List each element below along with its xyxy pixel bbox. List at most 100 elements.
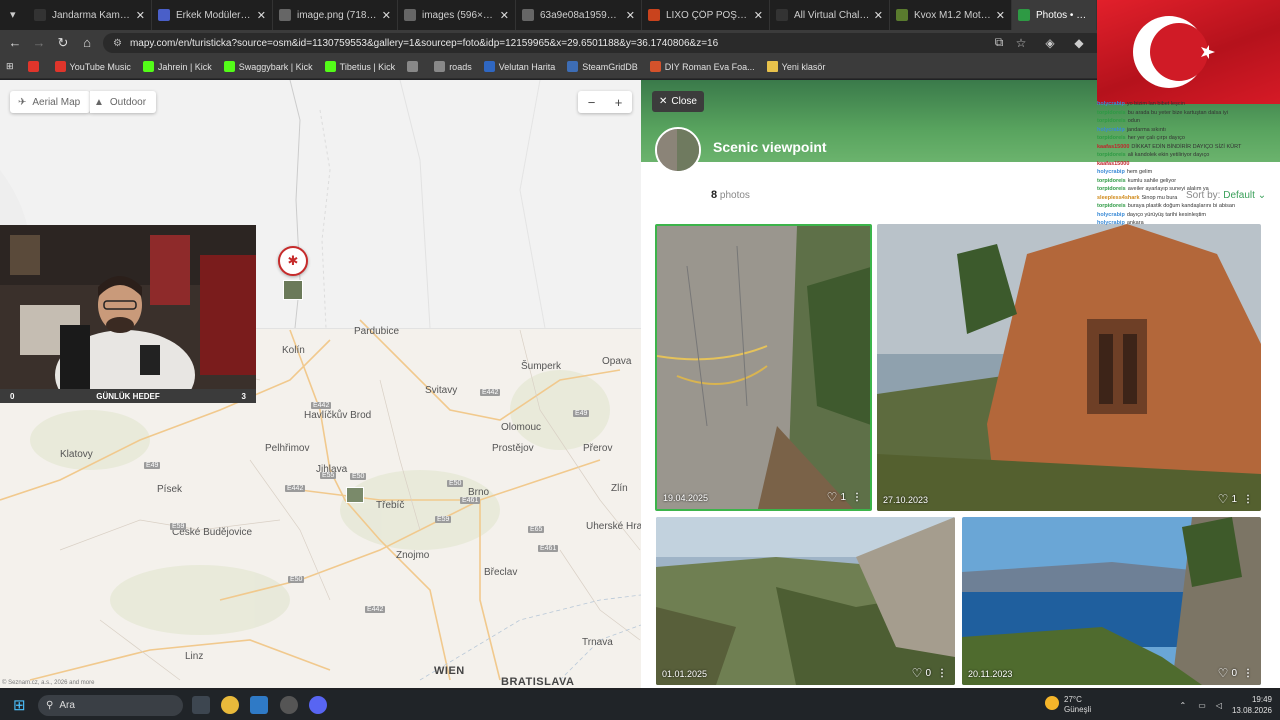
tab-close-icon[interactable]: ✕ — [874, 9, 883, 22]
like-count: 1 — [1231, 493, 1237, 505]
heart-icon[interactable]: ♡ — [827, 490, 838, 504]
stream-chat-overlay: holycrabip yo bizim lan bibet leşcin torpi… — [1097, 100, 1280, 290]
more-options-icon[interactable]: ⋮ — [1243, 494, 1253, 505]
forward-icon[interactable]: → — [27, 35, 51, 50]
chat-username: torpidoreis — [1097, 203, 1126, 209]
bookmark-favicon-icon — [223, 61, 235, 72]
app-icon[interactable] — [280, 696, 298, 714]
tab-close-icon[interactable]: ✕ — [500, 9, 509, 22]
map-city-label: WIEN — [434, 665, 465, 677]
photo-likes: ♡ 1 ⋮ — [827, 490, 862, 504]
bookmark-item[interactable]: Jahrein | Kick — [142, 61, 212, 72]
weather-temp: 27°C — [1064, 695, 1082, 704]
more-options-icon[interactable]: ⋮ — [852, 492, 862, 503]
heart-icon[interactable]: ♡ — [912, 666, 923, 680]
gallery-photo[interactable]: 19.04.2025 ♡ 1 ⋮ — [655, 224, 872, 511]
webcam-image — [0, 225, 256, 403]
map-road-shield: E59 — [170, 523, 187, 530]
chat-text: yo bizim lan bibet leşcin — [1126, 101, 1185, 107]
bookmark-item[interactable]: YouTube Music — [54, 61, 131, 72]
chat-text: her yer çalı çırpı dayıço — [1127, 135, 1185, 141]
bookmark-item[interactable]: DIY Roman Eva Foa... — [649, 61, 755, 72]
chevron-up-icon[interactable]: ⌃ — [1180, 701, 1187, 710]
clock[interactable]: 19:49 13.08.2026 — [1232, 694, 1272, 716]
browser-tab[interactable]: images (596×335) ✕ — [398, 0, 516, 30]
back-icon[interactable]: ← — [3, 35, 27, 50]
bookmark-label: Velutan Harita — [498, 61, 556, 72]
browser-tab[interactable]: Kvox M1.2 Motosiklet ✕ — [890, 0, 1012, 30]
bookmark-item[interactable] — [407, 61, 422, 72]
bookmark-item[interactable]: Yeni klasör — [766, 61, 826, 72]
bookmark-favicon-icon — [407, 61, 419, 72]
windows-taskbar: ⊞ ⚲ Ara 27°C Güneşli ⌃ ▭ ◁ 19:49 13.08.2… — [0, 690, 1280, 720]
zoom-in-button[interactable]: + — [615, 95, 623, 110]
apps-grid-icon[interactable]: ⊞ — [6, 61, 14, 72]
windows-start-icon[interactable]: ⊞ — [13, 696, 26, 714]
bookmark-star-icon[interactable]: ☆ — [1010, 36, 1032, 50]
toolbar-actions: ⧉ ☆ ◈ ◆ — [988, 30, 1090, 55]
tab-close-icon[interactable]: ✕ — [257, 9, 266, 22]
search-icon: ⚲ — [46, 700, 54, 711]
map-photo-thumbnail[interactable] — [346, 487, 364, 503]
tab-search-icon[interactable]: ▾ — [10, 8, 16, 21]
network-icon[interactable]: ▭ — [1198, 701, 1206, 710]
browser-tab[interactable]: 63a9e08a1959egenij ✕ — [516, 0, 642, 30]
taskbar-search[interactable]: ⚲ Ara — [38, 695, 183, 716]
tab-close-icon[interactable]: ✕ — [626, 9, 635, 22]
install-app-icon[interactable]: ⧉ — [988, 35, 1010, 50]
goal-target: 3 — [241, 391, 246, 401]
bookmark-item[interactable]: roads — [434, 61, 472, 72]
bookmark-item[interactable]: Velutan Harita — [483, 61, 556, 72]
close-button[interactable]: ✕ Close — [652, 91, 704, 112]
chat-message: torpidoreis odun — [1097, 117, 1280, 126]
bookmark-item[interactable] — [27, 61, 43, 72]
more-options-icon[interactable]: ⋮ — [937, 668, 947, 679]
tab-close-icon[interactable]: ✕ — [996, 9, 1005, 22]
tab-close-icon[interactable]: ✕ — [382, 9, 391, 22]
map-photo-thumbnail[interactable] — [283, 280, 303, 300]
weather-widget[interactable]: 27°C Güneşli — [1064, 695, 1091, 715]
weather-sun-icon[interactable] — [1045, 696, 1059, 710]
home-icon[interactable]: ⌂ — [75, 35, 99, 50]
aerial-map-button[interactable]: ✈ Aerial Map — [10, 91, 90, 113]
heart-icon[interactable]: ♡ — [1218, 666, 1229, 680]
chrome-icon[interactable] — [221, 696, 239, 714]
tab-title: images (596×335) — [422, 9, 496, 21]
more-options-icon[interactable]: ⋮ — [1243, 668, 1253, 679]
app-icon[interactable] — [250, 696, 268, 714]
extensions-icon[interactable]: ◈ — [1032, 36, 1068, 50]
tab-close-icon[interactable]: ✕ — [754, 9, 763, 22]
browser-tab[interactable]: All Virtual Challenges ✕ — [770, 0, 890, 30]
heart-icon[interactable]: ♡ — [1218, 492, 1229, 506]
map-city-label: Třebíč — [376, 500, 405, 511]
tab-favicon-icon — [34, 9, 46, 21]
address-bar[interactable]: ⚙ mapy.com/en/turisticka?source=osm&id=1… — [103, 33, 1105, 53]
browser-tab[interactable]: Erkek Modüler&Daya ✕ — [152, 0, 273, 30]
volume-icon[interactable]: ◁ — [1216, 701, 1222, 710]
map-city-label: Písek — [157, 484, 183, 495]
extension-puzzle-icon[interactable]: ◆ — [1068, 36, 1090, 50]
gallery-photo[interactable]: 01.01.2025 ♡ 0 ⋮ — [656, 517, 955, 685]
browser-tab[interactable]: image.png (718×284) ✕ — [273, 0, 398, 30]
site-info-icon[interactable]: ⚙ — [113, 38, 122, 49]
bookmark-item[interactable]: Swaggybark | Kick — [223, 61, 313, 72]
reload-icon[interactable]: ↻ — [51, 35, 75, 51]
discord-icon[interactable] — [309, 696, 327, 714]
tab-close-icon[interactable]: ✕ — [136, 9, 145, 22]
map-city-label: Znojmo — [396, 550, 430, 561]
gallery-photo[interactable]: 20.11.2023 ♡ 0 ⋮ — [962, 517, 1261, 685]
browser-tab[interactable]: LİXO ÇÖP POŞETLERİ ✕ — [642, 0, 770, 30]
bookmark-label: Yeni klasör — [781, 61, 826, 72]
browser-tab[interactable]: Photos • Scenic vi — [1012, 0, 1097, 30]
tab-favicon-icon — [404, 9, 416, 21]
outdoor-map-button[interactable]: ▲ Outdoor — [90, 91, 156, 113]
browser-tab[interactable]: Jandarma Kamuflaj D ✕ — [28, 0, 152, 30]
map-poi-marker-icon[interactable]: ✱ — [278, 246, 308, 276]
task-view-icon[interactable] — [192, 696, 210, 714]
bookmark-item[interactable]: Tibetius | Kick — [324, 61, 395, 72]
bookmarks-bar: ⊞ YouTube Music Jahrein | Kick Swaggybark … — [0, 55, 1280, 79]
bookmark-item[interactable]: SteamGridDB — [567, 61, 638, 72]
bookmark-favicon-icon — [324, 61, 336, 72]
zoom-out-button[interactable]: − — [588, 95, 596, 110]
map-road-shield: E50 — [288, 576, 305, 583]
